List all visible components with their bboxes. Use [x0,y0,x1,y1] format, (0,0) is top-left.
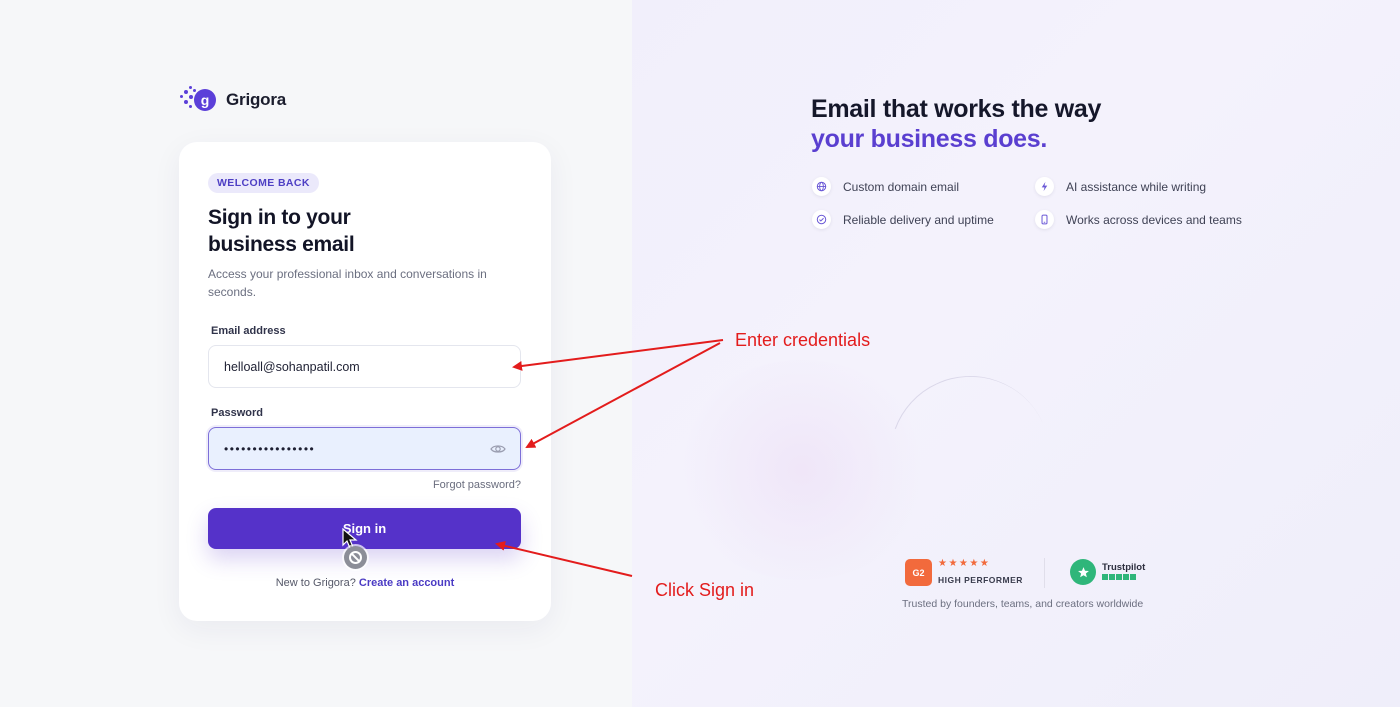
star-rating: ★★★★★ [938,558,991,569]
email-field[interactable]: helloall@sohanpatil.com [208,345,521,388]
headline-line-2: your business does. [811,125,1048,153]
divider [1044,558,1045,588]
logo-mark-icon: g [180,86,218,114]
feature-label: Reliable delivery and uptime [843,212,994,227]
g2-logo: G2 [905,559,932,586]
annotation-enter-credentials: Enter credentials [735,330,871,350]
signup-prompt: New to Grigora? Create an account [179,577,551,589]
trustpilot-star-icon [1070,559,1096,585]
page-title: Sign in to your business email [208,204,508,258]
brand-logo[interactable]: g Grigora [180,86,286,114]
headline-line-1: Email that works the way [811,95,1102,123]
feature-custom-domain: Custom domain email [812,177,959,196]
check-circle-icon [812,210,831,229]
annotation-click-signin: Click Sign in [655,580,755,600]
welcome-badge: WELCOME BACK [208,173,319,193]
trustpilot-label: Trustpilot [1102,562,1146,573]
email-value: helloall@sohanpatil.com [224,359,360,374]
password-label: Password [211,407,263,419]
feature-label: AI assistance while writing [1066,179,1207,194]
feature-label: Works across devices and teams [1066,212,1242,227]
feature-label: Custom domain email [843,179,960,194]
high-performer-label: HIGH PERFORMER [938,575,1023,585]
eye-icon[interactable] [490,441,506,457]
title-line-2: business email [208,233,355,256]
password-value: •••••••••••••••• [224,441,316,456]
login-subtitle: Access your professional inbox and conve… [208,267,487,299]
create-account-link[interactable]: Create an account [359,577,454,589]
feature-ai-assistance: AI assistance while writing [1035,177,1206,196]
title-line-1: Sign in to your [208,206,351,229]
brand-name: Grigora [226,90,287,109]
globe-icon [812,177,831,196]
login-card: WELCOME BACK Sign in to your business em… [179,142,551,621]
mobile-icon [1035,210,1054,229]
password-field[interactable]: •••••••••••••••• [208,427,521,470]
trustpilot-rating [1102,574,1136,580]
promo-headline: Email that works the way your business d… [811,94,1101,154]
signup-prompt-text: New to Grigora? [275,577,356,589]
email-label: Email address [211,325,286,337]
trusted-by-text: Trusted by founders, teams, and creators… [902,598,1144,610]
forgot-password-link[interactable]: Forgot password? [433,479,521,491]
lightning-icon [1035,177,1054,196]
feature-devices: Works across devices and teams [1035,210,1242,229]
feature-reliable-delivery: Reliable delivery and uptime [812,210,994,229]
sign-in-button[interactable]: Sign in [208,508,521,549]
not-allowed-icon [344,546,367,569]
